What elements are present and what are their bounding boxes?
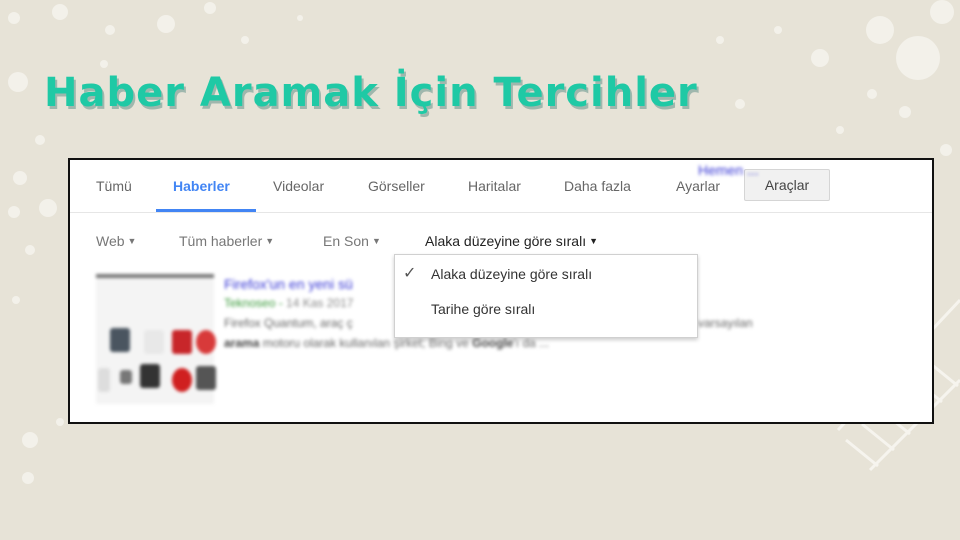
filter-web-label: Web [96, 233, 125, 249]
filter-recent-dropdown[interactable]: En Son ▼ [323, 233, 381, 249]
result-snippet-line1: Firefox Quantum, araç ç [224, 316, 353, 330]
tab-images[interactable]: Görseller [368, 178, 425, 194]
filter-recent-label: En Son [323, 233, 369, 249]
app-icon [196, 366, 216, 390]
tab-news[interactable]: Haberler [173, 178, 230, 194]
app-icon [140, 364, 160, 388]
tools-button-label: Araçlar [764, 177, 810, 193]
result-date: 14 Kas 2017 [286, 296, 354, 310]
search-tabs-bar: Tümü Haberler Videolar Görseller Harital… [70, 160, 932, 213]
filter-web-dropdown[interactable]: Web ▼ [96, 233, 136, 249]
filter-sort-dropdown[interactable]: Alaka düzeyine göre sıralı ▼ [425, 233, 598, 249]
checkmark-icon: ✓ [403, 265, 417, 282]
caret-down-icon: ▼ [265, 236, 275, 246]
result-thumbnail [96, 274, 216, 404]
tab-more[interactable]: Daha fazla [564, 178, 631, 194]
snippet-text: 'ı da ... [513, 336, 550, 350]
sort-option-date[interactable]: Tarihe göre sıralı [395, 292, 697, 326]
result-title-tail[interactable]: Hemen ... [698, 162, 759, 178]
tab-all[interactable]: Tümü [96, 178, 132, 194]
result-snippet-tail: varsayılan [698, 316, 753, 330]
sort-option-label: Tarihe göre sıralı [431, 301, 536, 317]
app-icon [144, 330, 164, 354]
app-icon [196, 330, 216, 354]
caret-down-icon: ▼ [127, 236, 137, 246]
app-icon [120, 370, 132, 384]
slide-title: Haber Aramak İçin Tercihler [44, 70, 698, 116]
snippet-highlight: arama [224, 336, 260, 350]
app-icon [172, 330, 192, 354]
filter-all-news-dropdown[interactable]: Tüm haberler ▼ [179, 233, 274, 249]
tab-maps[interactable]: Haritalar [468, 178, 521, 194]
sort-option-label: Alaka düzeyine göre sıralı [431, 266, 593, 282]
result-snippet-line2: arama motoru olarak kullanılan şirket; B… [224, 336, 549, 350]
result-source: Teknoseo - 14 Kas 2017 [224, 296, 354, 310]
app-icon [110, 328, 130, 352]
active-tab-underline [156, 209, 256, 212]
result-source-name: Teknoseo [224, 296, 276, 310]
app-icon [172, 368, 192, 392]
tab-settings[interactable]: Ayarlar [676, 178, 720, 194]
tab-videos[interactable]: Videolar [273, 178, 324, 194]
filter-sort-label: Alaka düzeyine göre sıralı [425, 233, 587, 249]
caret-down-icon: ▼ [371, 236, 381, 246]
sort-option-relevance[interactable]: ✓ Alaka düzeyine göre sıralı [395, 257, 697, 291]
caret-down-icon: ▼ [589, 236, 599, 246]
result-title[interactable]: Firefox'un en yeni sü [224, 276, 353, 292]
snippet-text: motoru olarak kullanılan şirket; Bing ve [259, 336, 473, 350]
snippet-highlight: Google [472, 336, 514, 350]
sort-dropdown-menu: ✓ Alaka düzeyine göre sıralı Tarihe göre… [394, 254, 698, 338]
filter-all-news-label: Tüm haberler [179, 233, 263, 249]
app-icon [98, 368, 110, 392]
google-news-screenshot: Tümü Haberler Videolar Görseller Harital… [68, 158, 934, 424]
